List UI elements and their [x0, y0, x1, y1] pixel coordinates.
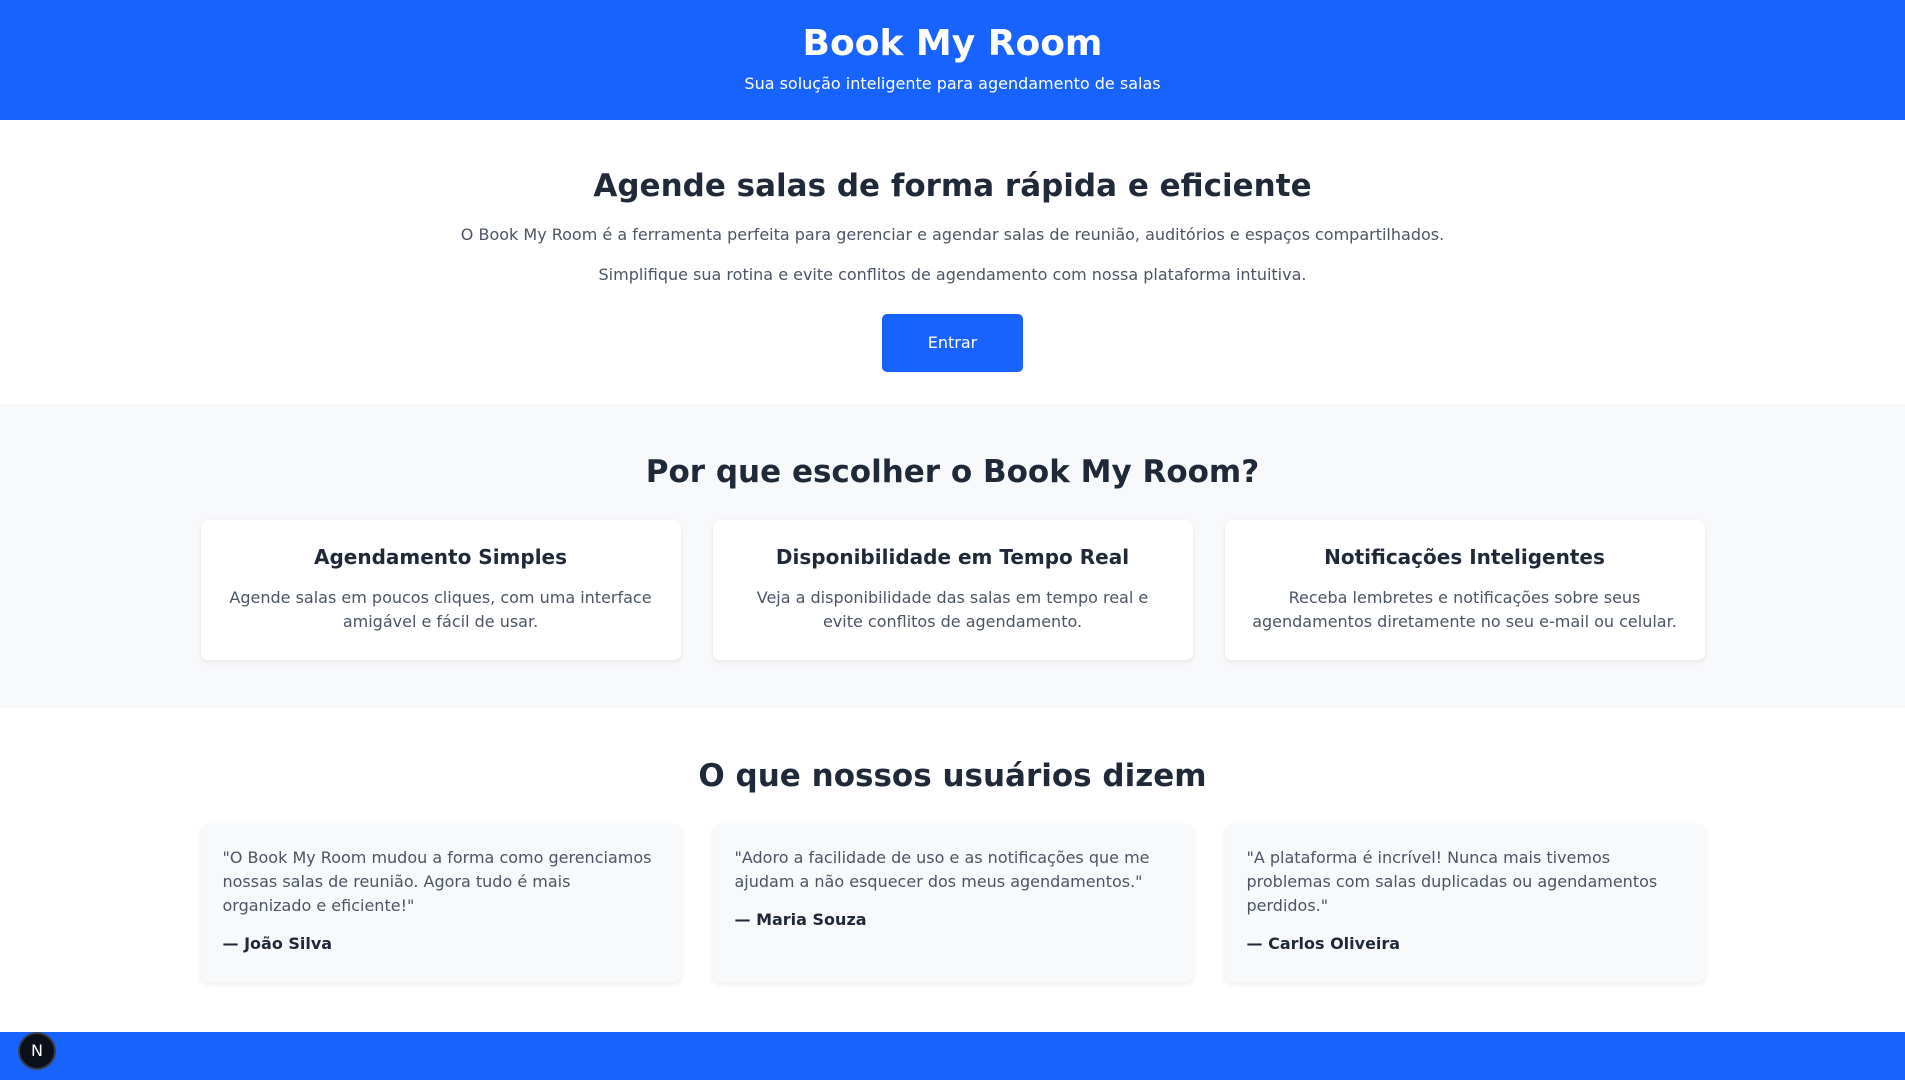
site-subtitle: Sua solução inteligente para agendamento… [744, 74, 1161, 93]
feature-card-title: Disponibilidade em Tempo Real [775, 545, 1130, 569]
features-title: Por que escolher o Book My Room? [645, 454, 1260, 490]
testimonial-quote: "A plataforma é incrível! Nunca mais tiv… [1246, 848, 1658, 915]
site-title: Book My Room [802, 23, 1103, 64]
feature-card-title: Agendamento Simples [313, 545, 568, 569]
feature-card-description: Agende salas em poucos cliques, com uma … [229, 588, 652, 631]
testimonial-author: — João Silva [222, 934, 333, 953]
feature-card: Notificações Inteligentes Receba lembret… [1224, 520, 1705, 660]
hero-paragraph-1: O Book My Room é a ferramenta perfeita p… [460, 225, 1445, 244]
testimonial-cards: "O Book My Room mudou a forma como geren… [0, 824, 1905, 982]
testimonial-quote: "Adoro a facilidade de uso e as notifica… [734, 848, 1150, 891]
testimonial-card: "A plataforma é incrível! Nunca mais tiv… [1224, 824, 1705, 982]
feature-card-title: Notificações Inteligentes [1324, 545, 1605, 569]
site-footer [0, 1032, 1905, 1080]
site-header: Book My Room Sua solução inteligente par… [0, 0, 1905, 120]
feature-card-description: Veja a disponibilidade das salas em temp… [756, 588, 1149, 631]
testimonial-card: "O Book My Room mudou a forma como geren… [200, 824, 681, 982]
features-section: Por que escolher o Book My Room? Agendam… [0, 404, 1905, 708]
testimonials-section: O que nossos usuários dizem "O Book My R… [0, 708, 1905, 1032]
login-button[interactable]: Entrar [882, 314, 1023, 372]
nextjs-icon[interactable]: N [18, 1032, 56, 1070]
testimonial-author: — Maria Souza [734, 910, 867, 929]
feature-cards: Agendamento Simples Agende salas em pouc… [0, 520, 1905, 660]
testimonial-quote: "O Book My Room mudou a forma como geren… [222, 848, 652, 915]
hero-title: Agende salas de forma rápida e eficiente [593, 168, 1312, 204]
hero-section: Agende salas de forma rápida e eficiente… [0, 120, 1905, 404]
feature-card-description: Receba lembretes e notificações sobre se… [1252, 588, 1677, 631]
testimonial-card: "Adoro a facilidade de uso e as notifica… [712, 824, 1193, 982]
feature-card: Disponibilidade em Tempo Real Veja a dis… [712, 520, 1193, 660]
hero-paragraph-2: Simplifique sua rotina e evite conflitos… [598, 265, 1307, 284]
testimonial-author: — Carlos Oliveira [1246, 934, 1401, 953]
feature-card: Agendamento Simples Agende salas em pouc… [200, 520, 681, 660]
testimonials-title: O que nossos usuários dizem [698, 758, 1207, 794]
